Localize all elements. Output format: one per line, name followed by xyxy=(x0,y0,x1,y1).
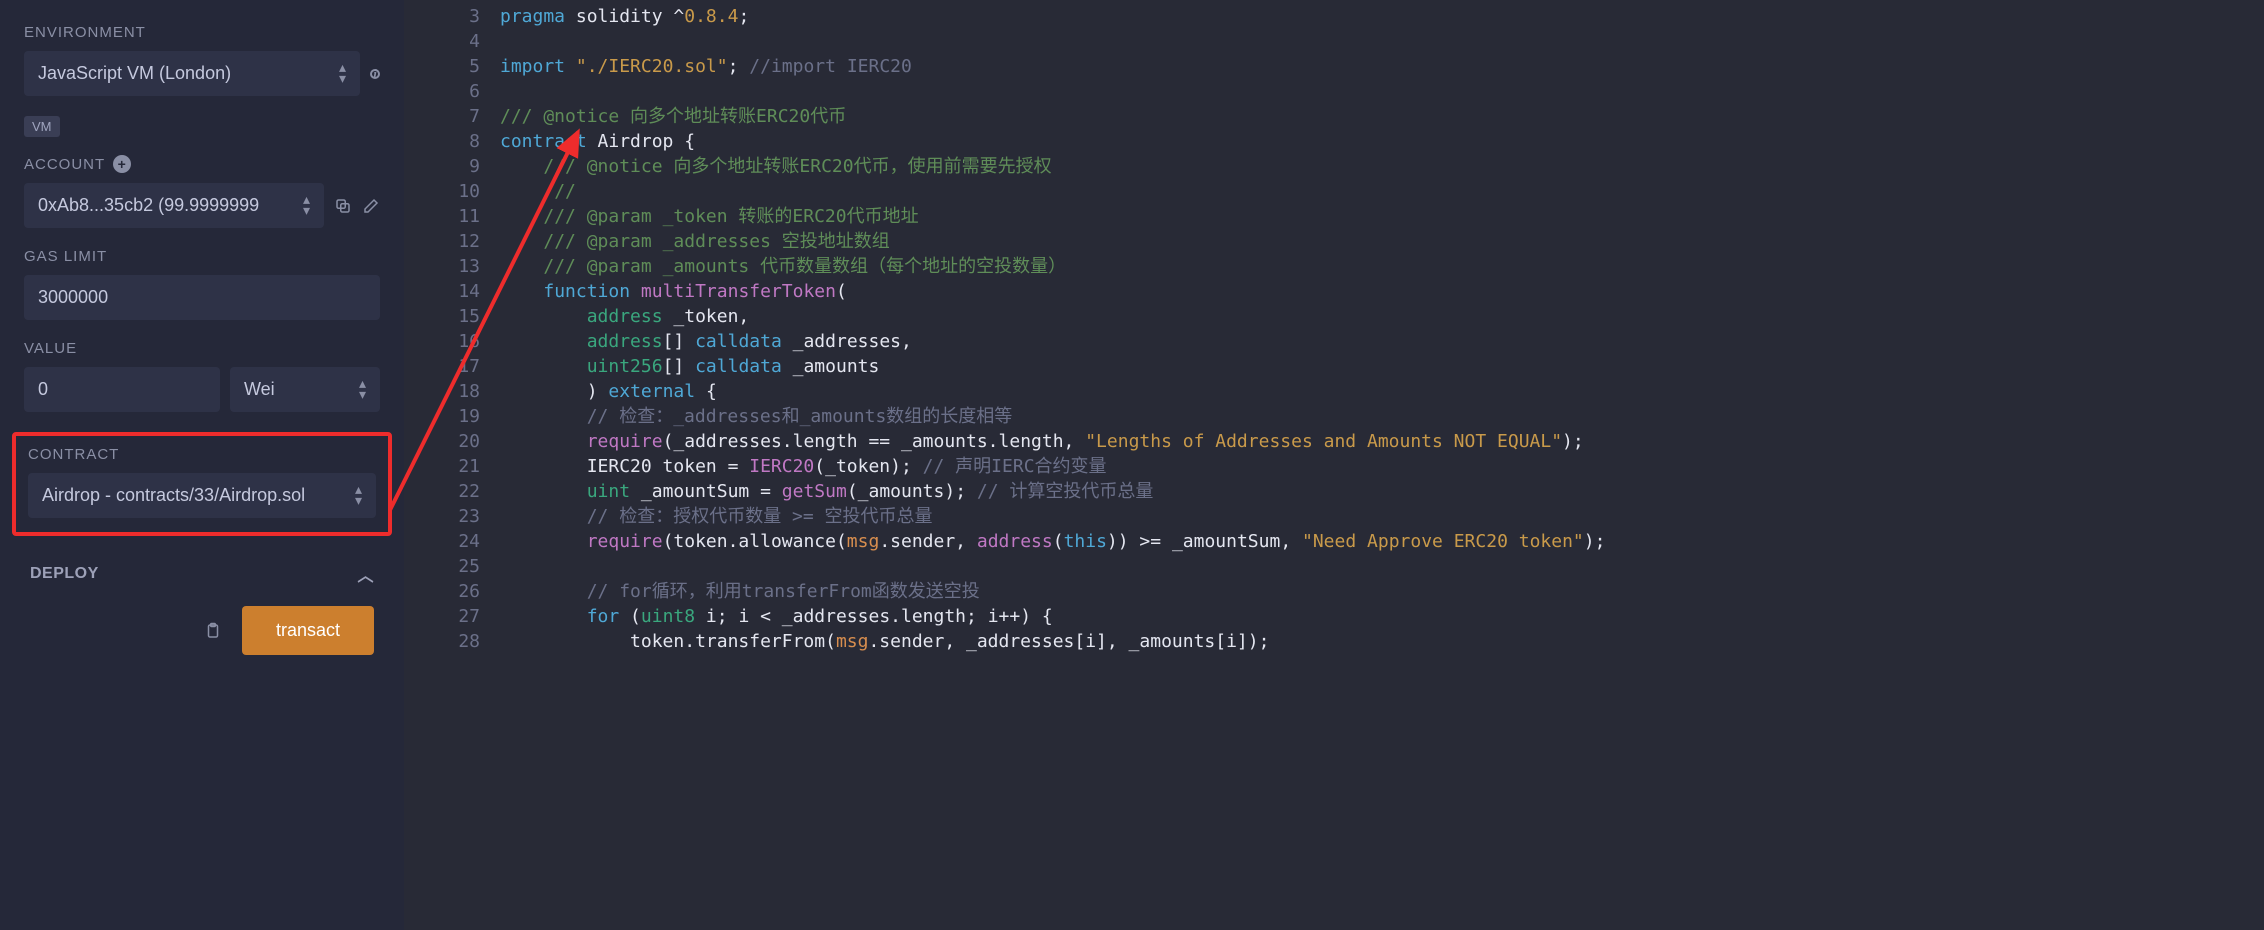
environment-label: ENVIRONMENT xyxy=(24,24,380,41)
chevron-updown-icon xyxy=(359,379,366,400)
chevron-updown-icon xyxy=(303,195,310,216)
edit-account-icon[interactable] xyxy=(362,197,380,215)
info-icon[interactable]: i xyxy=(370,69,380,79)
value-unit-select[interactable]: Wei xyxy=(230,367,380,412)
code-content: pragma solidity ^0.8.4; import "./IERC20… xyxy=(500,0,2264,930)
contract-label: CONTRACT xyxy=(28,446,380,463)
vm-badge: VM xyxy=(24,116,60,137)
account-select[interactable]: 0xAb8...35cb2 (99.9999999 xyxy=(24,183,324,228)
environment-select[interactable]: JavaScript VM (London) xyxy=(24,51,360,96)
chevron-updown-icon xyxy=(355,485,362,506)
add-account-icon[interactable]: + xyxy=(113,155,131,173)
gas-limit-label: GAS LIMIT xyxy=(24,248,380,265)
deploy-toggle[interactable]: DEPLOY ︿ xyxy=(24,554,380,594)
clipboard-icon[interactable] xyxy=(204,622,222,640)
copy-account-icon[interactable] xyxy=(334,197,352,215)
contract-select[interactable]: Airdrop - contracts/33/Airdrop.sol xyxy=(28,473,376,518)
line-number-gutter: 3456789101112131415161718192021222324252… xyxy=(404,0,500,930)
environment-value: JavaScript VM (London) xyxy=(38,63,231,84)
chevron-up-icon: ︿ xyxy=(357,562,374,586)
value-amount-input[interactable]: 0 xyxy=(24,367,220,412)
chevron-updown-icon xyxy=(339,63,346,84)
gas-limit-input[interactable]: 3000000 xyxy=(24,275,380,320)
account-label: ACCOUNT + xyxy=(24,155,380,173)
account-value: 0xAb8...35cb2 (99.9999999 xyxy=(38,195,259,216)
code-editor[interactable]: 3456789101112131415161718192021222324252… xyxy=(404,0,2264,930)
contract-highlight-box: CONTRACT Airdrop - contracts/33/Airdrop.… xyxy=(12,432,392,536)
transact-button[interactable]: transact xyxy=(242,606,374,655)
value-label: VALUE xyxy=(24,340,380,357)
deploy-panel: ENVIRONMENT JavaScript VM (London) i VM … xyxy=(0,0,404,930)
